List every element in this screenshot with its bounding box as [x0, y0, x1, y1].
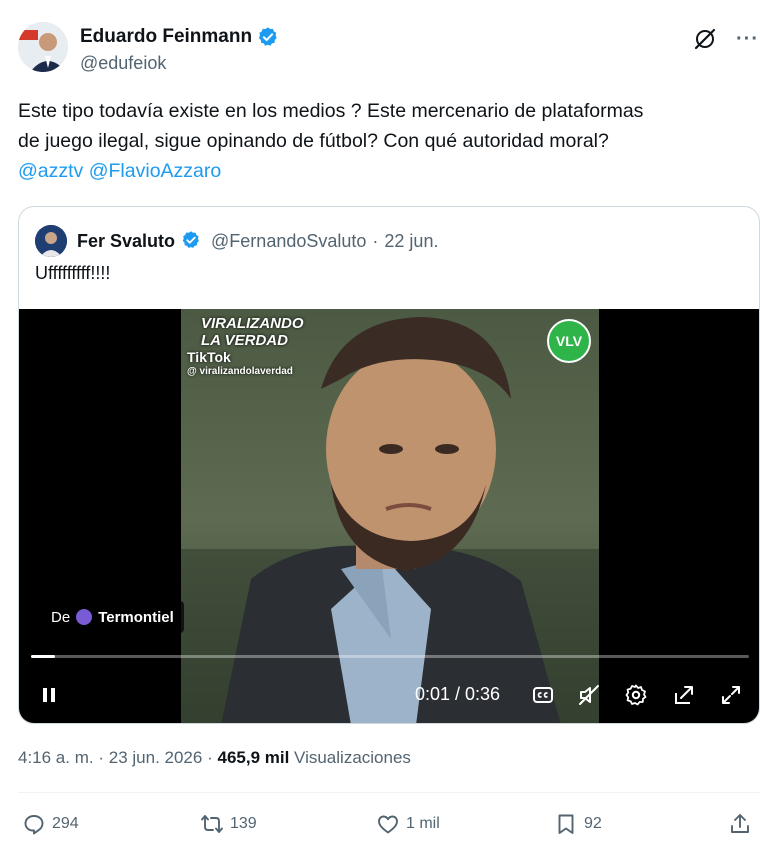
- quote-text: Ufffffffff!!!!: [35, 263, 111, 283]
- quote-avatar[interactable]: [35, 225, 67, 257]
- fullscreen-icon[interactable]: [719, 683, 743, 707]
- mute-icon[interactable]: [577, 683, 601, 707]
- reply-count: 294: [52, 815, 79, 832]
- tweet-date[interactable]: 23 jun. 2026: [109, 748, 203, 767]
- quoted-tweet[interactable]: Fer Svaluto @FernandoSvaluto · 22 jun. U…: [18, 206, 760, 724]
- more-icon[interactable]: ···: [736, 26, 760, 52]
- quote-author-name[interactable]: Fer Svaluto: [77, 231, 175, 252]
- tweet-text-line: de juego ilegal, sigue opinando de fútbo…: [18, 130, 609, 152]
- source-name[interactable]: Termontiel: [98, 609, 174, 626]
- video-frame[interactable]: VIRALIZANDO LA VERDAD TikTok @ viralizan…: [181, 309, 599, 723]
- channel-logo: VLV: [547, 319, 591, 363]
- share-button[interactable]: [728, 812, 752, 836]
- tweet-text: Este tipo todavía existe en los medios ?…: [18, 96, 758, 186]
- heart-icon: [378, 815, 398, 834]
- gear-icon[interactable]: [624, 683, 648, 707]
- video-watermark-user: @ viralizandolaverdad: [187, 366, 293, 377]
- captions-icon[interactable]: [531, 683, 555, 707]
- tweet-meta: 4:16 a. m. · 23 jun. 2026 · 465,9 mil Vi…: [18, 748, 411, 768]
- views-label: Visualizaciones: [294, 748, 411, 767]
- author-name[interactable]: Eduardo Feinmann: [80, 26, 252, 48]
- quote-separator: ·: [372, 230, 379, 251]
- quote-author-handle[interactable]: @FernandoSvaluto: [211, 231, 366, 252]
- like-button[interactable]: 1 mil: [376, 812, 440, 836]
- grok-icon[interactable]: [692, 26, 718, 52]
- quote-date[interactable]: 22 jun.: [384, 231, 438, 252]
- source-prefix: De: [51, 608, 71, 626]
- verified-badge-icon: [181, 230, 203, 252]
- repost-icon: [201, 815, 223, 833]
- meta-separator: ·: [98, 748, 105, 767]
- reply-button[interactable]: 294: [22, 812, 79, 836]
- bookmark-button[interactable]: 92: [554, 812, 602, 836]
- video-player[interactable]: VIRALIZANDO LA VERDAD TikTok @ viralizan…: [19, 309, 759, 723]
- tweet-mentions[interactable]: @azztv @FlavioAzzaro: [18, 156, 758, 186]
- author-handle[interactable]: @edufeiok: [80, 53, 166, 74]
- repost-button[interactable]: 139: [200, 812, 257, 836]
- watermark-line: LA VERDAD: [201, 332, 288, 349]
- pop-out-icon[interactable]: [672, 683, 696, 707]
- tweet-text-line: Este tipo todavía existe en los medios ?…: [18, 100, 644, 122]
- repost-count: 139: [230, 815, 257, 832]
- pause-icon[interactable]: [37, 683, 61, 707]
- tweet-actions: 294 139 1 mil 92: [18, 808, 760, 844]
- source-avatar: [76, 609, 93, 625]
- video-progress-fill: [31, 655, 56, 658]
- bookmark-icon: [558, 814, 574, 834]
- video-source-attribution[interactable]: De Termontiel: [41, 601, 184, 633]
- views-count: 465,9 mil: [217, 748, 290, 767]
- share-icon: [731, 814, 749, 833]
- watermark-line: VIRALIZANDO: [201, 315, 304, 332]
- video-watermark-brand: VIRALIZANDO LA VERDAD: [201, 315, 304, 349]
- author-avatar[interactable]: [18, 22, 68, 72]
- meta-separator: ·: [207, 748, 213, 767]
- quote-header: Fer Svaluto @FernandoSvaluto · 22 jun.: [35, 225, 438, 257]
- video-watermark-platform: TikTok: [187, 349, 231, 365]
- video-controls: 0:01 / 0:36: [19, 675, 759, 715]
- verified-badge-icon[interactable]: [257, 26, 279, 48]
- divider: [18, 792, 760, 793]
- tweet-time[interactable]: 4:16 a. m.: [18, 748, 94, 767]
- like-count: 1 mil: [406, 815, 440, 832]
- bookmark-count: 92: [584, 815, 602, 832]
- reply-icon: [24, 815, 44, 835]
- video-time: 0:01 / 0:36: [415, 684, 501, 704]
- video-progress-bar[interactable]: [31, 655, 749, 658]
- tweet-header: Eduardo Feinmann @edufeiok ···: [18, 22, 760, 78]
